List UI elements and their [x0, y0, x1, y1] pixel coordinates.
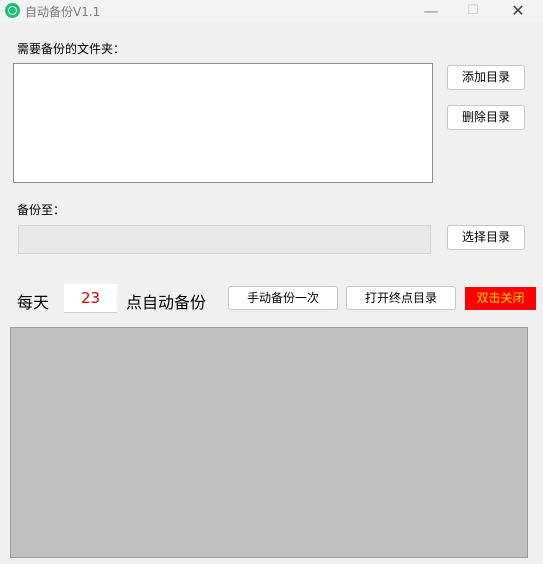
title-bar: 自动备份V1.1 — ☐ ✕ — [0, 0, 543, 22]
add-folder-button[interactable]: 添加目录 — [447, 65, 525, 90]
double-click-close-button[interactable]: 双击关闭 — [465, 287, 536, 310]
app-logo-icon — [5, 3, 20, 18]
maximize-button[interactable]: ☐ — [458, 1, 488, 21]
backup-hour-input[interactable]: 23 — [64, 284, 117, 313]
select-destination-button[interactable]: 选择目录 — [447, 225, 525, 250]
source-folders-list[interactable] — [13, 63, 433, 183]
source-folders-label: 需要备份的文件夹： — [17, 42, 126, 56]
log-area — [10, 327, 528, 558]
window-title: 自动备份V1.1 — [25, 5, 101, 19]
auto-backup-label: 点自动备份 — [126, 293, 207, 312]
close-window-button[interactable]: ✕ — [503, 1, 533, 21]
daily-prefix-label: 每天 — [17, 293, 50, 312]
open-destination-button[interactable]: 打开终点目录 — [346, 286, 456, 310]
delete-folder-button[interactable]: 删除目录 — [447, 105, 525, 130]
manual-backup-button[interactable]: 手动备份一次 — [228, 286, 338, 310]
destination-path-field[interactable] — [18, 225, 431, 254]
minimize-button[interactable]: — — [416, 1, 446, 21]
destination-label: 备份至： — [17, 203, 66, 217]
